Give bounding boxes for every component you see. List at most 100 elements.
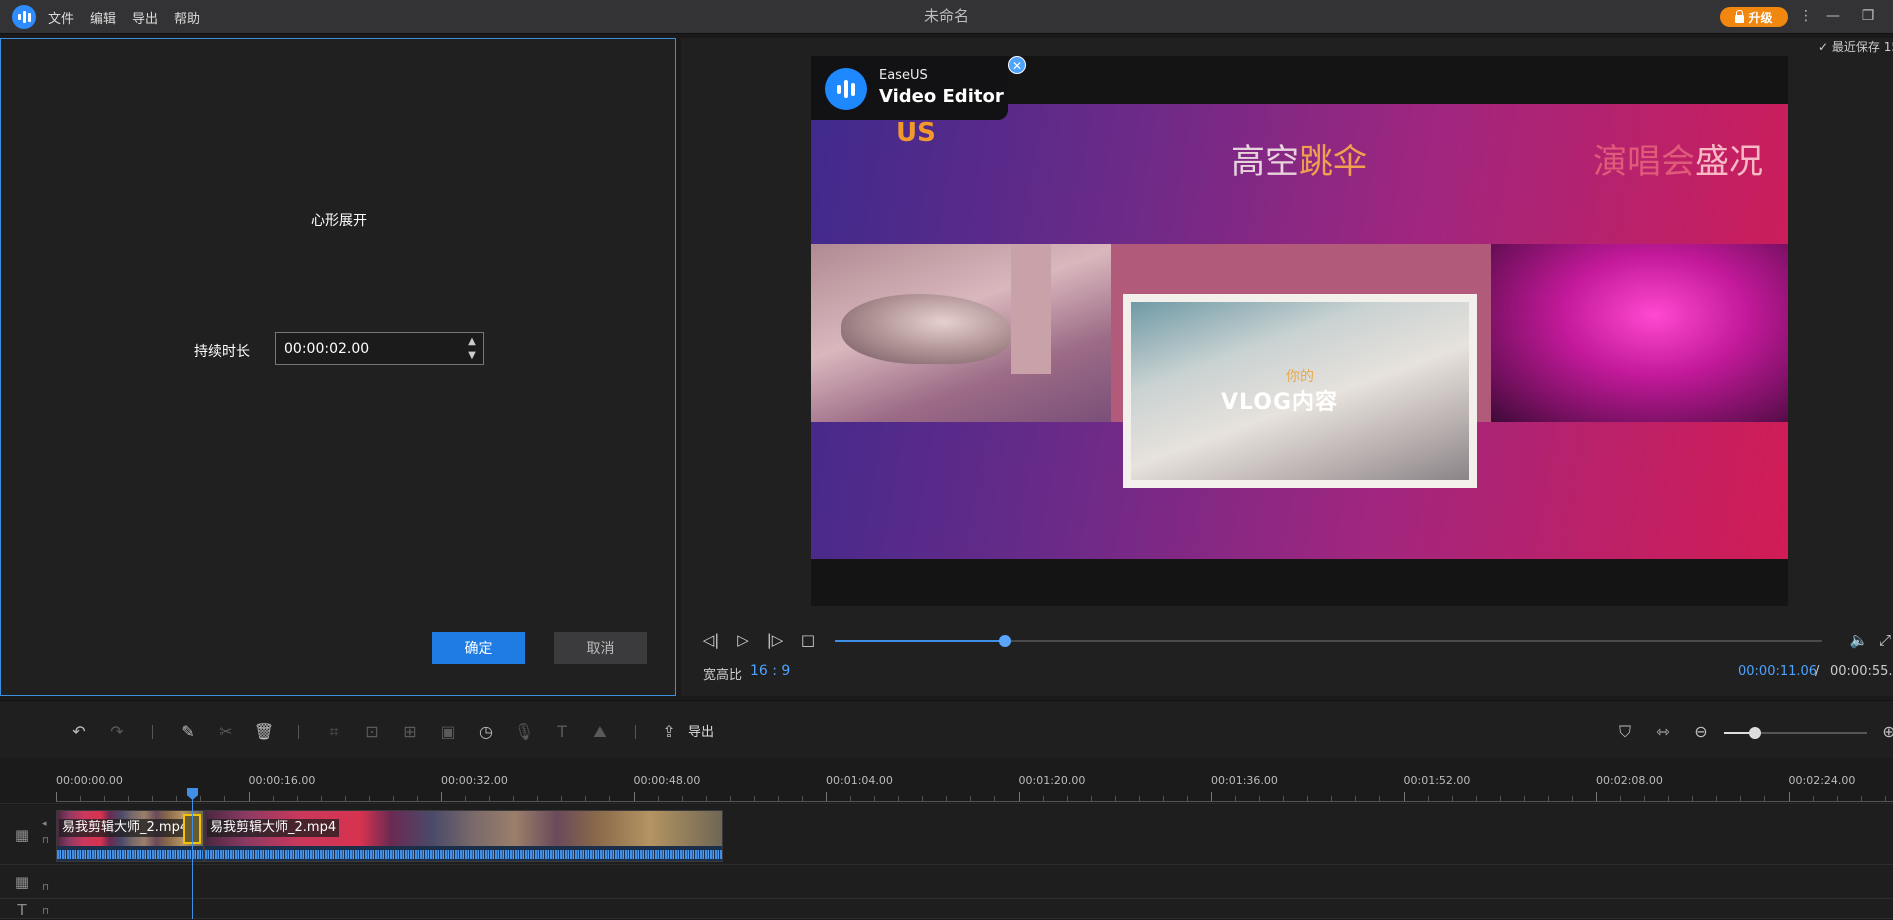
ruler-tick	[922, 796, 924, 801]
microphone-icon[interactable]: 🎙	[513, 721, 535, 743]
minimize-icon[interactable]: —	[1823, 6, 1843, 26]
upgrade-label: 升级	[1748, 10, 1773, 25]
ruler-tick	[368, 796, 370, 801]
photo-text: VLOG内容	[1221, 390, 1339, 415]
seek-handle[interactable]	[998, 635, 1011, 647]
chevron-up-icon[interactable]: ▲	[465, 336, 479, 348]
ruler-tick	[1186, 796, 1188, 801]
stop-icon[interactable]: □	[798, 630, 818, 650]
ruler-tick	[1331, 796, 1333, 801]
cut-icon[interactable]: ✂	[215, 721, 237, 743]
window-title: 未命名	[923, 7, 969, 25]
image-adjust-icon[interactable]: ⛰	[589, 721, 611, 743]
zoom-out-icon[interactable]: ⊖	[1690, 721, 1712, 743]
prev-frame-icon[interactable]: ◁|	[701, 630, 721, 650]
mosaic-icon[interactable]: ⊞	[399, 721, 421, 743]
text-track: T ⊓	[0, 899, 1893, 919]
ruler-tick	[777, 796, 779, 801]
marker-icon[interactable]: ⛉	[1614, 721, 1636, 743]
ruler-tick	[1644, 796, 1646, 801]
restore-icon[interactable]: ❐	[1858, 6, 1878, 26]
lock-icon[interactable]: ⊓	[42, 883, 52, 893]
frame-title-skydiving: 高空跳伞	[1231, 134, 1367, 183]
vertical-dots-icon[interactable]: ⋮	[1796, 6, 1816, 26]
ruler-tick	[609, 796, 611, 801]
volume-small-icon[interactable]: ◂	[42, 819, 52, 829]
undo-icon[interactable]: ↶	[68, 721, 90, 743]
ruler-tick	[1211, 792, 1212, 801]
ruler-tick	[994, 796, 996, 801]
menu-export[interactable]: 导出	[132, 8, 158, 27]
play-icon[interactable]: ▷	[733, 630, 753, 650]
timeline-clip[interactable]: 易我剪辑大师_2.mp4	[204, 810, 723, 862]
ruler-tick	[850, 796, 852, 801]
ruler-tick	[946, 796, 948, 801]
duration-field[interactable]: ▲ ▼	[275, 332, 484, 365]
delete-icon[interactable]: 🗑	[253, 721, 275, 743]
ruler-tick	[465, 796, 467, 801]
ruler-tick	[633, 792, 635, 801]
zoom-in-icon[interactable]: ⊕	[1878, 721, 1893, 743]
ruler-tick	[1692, 796, 1694, 801]
ruler-tick	[1403, 792, 1405, 801]
ruler-tick	[1283, 796, 1285, 801]
ruler-tick	[1716, 796, 1718, 801]
next-frame-icon[interactable]: |▷	[765, 630, 785, 650]
ruler-tick	[1740, 796, 1742, 801]
menu-file[interactable]: 文件	[48, 8, 74, 27]
edit-pencil-icon[interactable]: ✎	[177, 721, 199, 743]
ruler-tick	[152, 796, 154, 801]
ruler-tick	[970, 796, 972, 801]
ruler-tick	[1235, 796, 1237, 801]
photo-frame: 你的 VLOG内容	[1123, 294, 1477, 488]
ruler-tick	[104, 796, 106, 801]
ruler-label: 00:01:04.00	[826, 774, 893, 787]
ruler-tick	[1547, 796, 1549, 801]
ruler-tick	[489, 796, 491, 801]
export-icon[interactable]: ⇪	[658, 721, 680, 743]
zoom-handle[interactable]	[1749, 727, 1762, 739]
cancel-button[interactable]: 取消	[554, 632, 647, 664]
upgrade-button[interactable]: 升级	[1720, 7, 1788, 27]
timeline-clip[interactable]: 易我剪辑大师_2.mp4	[56, 810, 204, 862]
ruler-label: 00:01:52.00	[1403, 774, 1471, 787]
concert-image	[1491, 244, 1788, 422]
confirm-button[interactable]: 确定	[432, 632, 525, 664]
title-bar: 文件 编辑 导出 帮助 未命名 升级 ⋮ — ❐	[0, 0, 1893, 34]
redo-icon[interactable]: ↷	[106, 721, 128, 743]
timeline-ruler[interactable]: 00:00:00.00 00:00:16.00 00:00:32.00 00:00:4…	[0, 758, 1893, 804]
lock-icon[interactable]: ⊓	[42, 907, 52, 917]
ruler-tick	[320, 796, 322, 801]
crop-icon[interactable]: ⌗	[323, 721, 345, 743]
zoom-slider[interactable]	[1724, 727, 1867, 739]
text-to-speech-icon[interactable]: T	[551, 721, 573, 743]
video-track-icon: ▦	[14, 826, 30, 844]
fit-timeline-icon[interactable]: ⇿	[1652, 721, 1674, 743]
ruler-tick	[1355, 796, 1357, 801]
fullscreen-icon[interactable]: ⤢	[1875, 630, 1893, 650]
edit-toolbar: ↶ ↷ ✎ ✂ 🗑 ⌗ ⊡ ⊞ ▣ ◷ 🎙 T ⛰ ⇪ 导出 ⛉ ⇿ ⊖ ⊕	[0, 700, 1893, 758]
speed-clock-icon[interactable]: ◷	[475, 721, 497, 743]
menu-edit[interactable]: 编辑	[90, 8, 116, 27]
lock-icon[interactable]: ⊓	[42, 836, 52, 846]
app-logo-icon[interactable]	[12, 5, 36, 29]
video-preview[interactable]: US 高空跳伞 演唱会盛况 你的 VLOG内容 EaseUS Video Edi…	[811, 56, 1788, 606]
menu-help[interactable]: 帮助	[174, 8, 200, 27]
ruler-tick	[344, 796, 346, 801]
frame-title-concert: 演唱会盛况	[1593, 134, 1763, 183]
volume-icon[interactable]: 🔈	[1849, 630, 1869, 650]
easeus-logo-icon	[825, 68, 867, 110]
aspect-ratio-value[interactable]: 16 : 9	[750, 663, 790, 679]
frame-title2-b: 盛况	[1695, 142, 1763, 182]
toolbar-export-label[interactable]: 导出	[688, 721, 714, 740]
seek-bar[interactable]	[835, 635, 1822, 647]
ruler-label: 00:00:32.00	[441, 774, 508, 787]
duration-input[interactable]	[284, 339, 464, 359]
close-watermark-icon[interactable]: ✕	[1008, 56, 1026, 74]
freeze-frame-icon[interactable]: ▣	[437, 721, 459, 743]
resize-icon[interactable]: ⊡	[361, 721, 383, 743]
transition-settings-panel: 心形展开 持续时长 ▲ ▼ 确定 取消	[0, 38, 676, 696]
ruler-tick	[1668, 796, 1670, 801]
ruler-label: 00:01:20.00	[1018, 774, 1086, 787]
chevron-down-icon[interactable]: ▼	[465, 350, 479, 362]
